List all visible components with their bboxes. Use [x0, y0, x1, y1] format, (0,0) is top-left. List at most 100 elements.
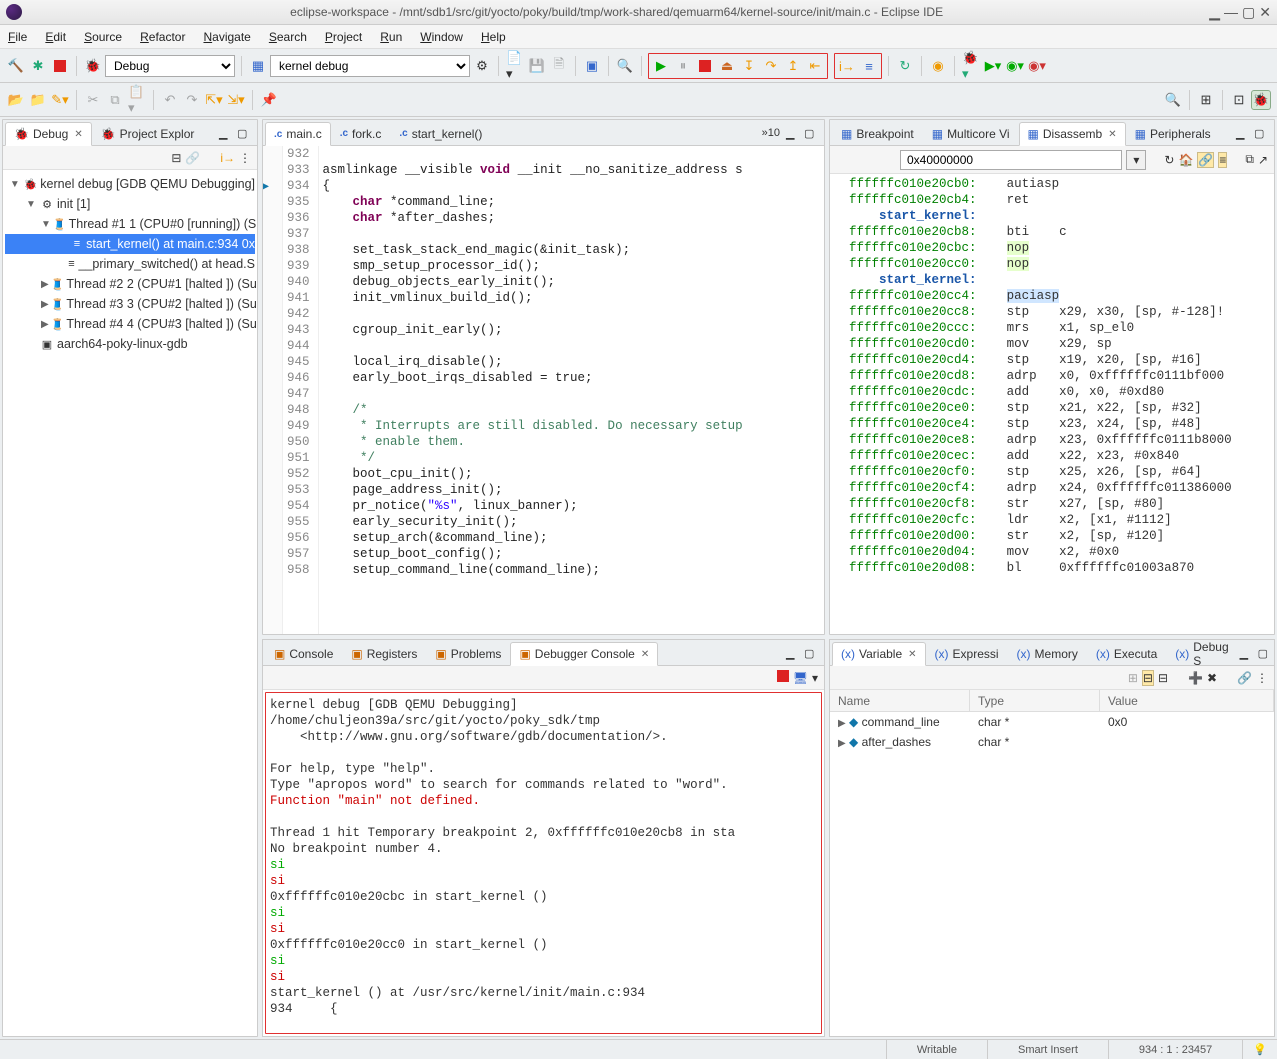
open-folder-icon[interactable]: 📁: [28, 90, 48, 110]
tree-item[interactable]: ≡start_kernel() at main.c:934 0x: [5, 234, 255, 254]
last-edit-icon[interactable]: ⇱▾: [204, 90, 224, 110]
terminate-icon[interactable]: [695, 56, 715, 76]
col-type[interactable]: Type: [970, 690, 1100, 711]
new-icon[interactable]: 📄▾: [505, 56, 525, 76]
open-new-icon[interactable]: ⧉: [1245, 152, 1254, 167]
stop-build-icon[interactable]: [50, 56, 70, 76]
edit-icon[interactable]: ✎▾: [50, 90, 70, 110]
close-tab-icon[interactable]: ✕: [74, 129, 82, 140]
open-perspective-icon[interactable]: ⊞: [1196, 90, 1216, 110]
step-into-icon[interactable]: ↧: [739, 56, 759, 76]
minimize-console-icon[interactable]: ▁: [786, 647, 802, 663]
link-disasm-icon[interactable]: 🔗: [1197, 152, 1214, 168]
disconnect-icon[interactable]: ⏏: [717, 56, 737, 76]
col-value[interactable]: Value: [1100, 690, 1274, 711]
bulb-icon[interactable]: 💡: [1253, 1043, 1267, 1056]
address-dropdown-icon[interactable]: ▾: [1126, 150, 1146, 170]
debug-persp-icon[interactable]: 🐞: [83, 56, 103, 76]
nav-back-icon[interactable]: ↶: [160, 90, 180, 110]
tab-project-explor[interactable]: 🐞Project Explor: [92, 121, 204, 145]
cut-icon[interactable]: ✂: [83, 90, 103, 110]
pin-editor-icon[interactable]: 📌: [259, 90, 279, 110]
maximize-disasm-icon[interactable]: ▢: [1254, 127, 1270, 143]
open-project-icon[interactable]: 📂: [6, 90, 26, 110]
tree-item[interactable]: ▶🧵Thread #3 3 (CPU#2 [halted ]) (Su: [5, 294, 255, 314]
minimize-editor-icon[interactable]: ▁: [786, 127, 802, 143]
tab-start_kernel()[interactable]: .cstart_kernel(): [390, 121, 491, 145]
launch-config-icon[interactable]: ⚙: [472, 56, 492, 76]
display-console-icon[interactable]: 🖥: [793, 671, 808, 685]
tab-problems[interactable]: ▣Problems: [426, 641, 510, 665]
minimize-pane-icon[interactable]: ▁: [219, 127, 235, 143]
col-name[interactable]: Name: [830, 690, 970, 711]
restore-icon[interactable]: —: [1224, 4, 1238, 20]
vars-menu-icon[interactable]: ⋮: [1256, 671, 1268, 685]
menu-file[interactable]: File: [8, 30, 27, 44]
tab-registers[interactable]: ▣Registers: [342, 641, 426, 665]
close-tab-icon[interactable]: ✕: [1108, 129, 1116, 140]
tab-debugger-console[interactable]: ▣Debugger Console✕: [510, 642, 658, 666]
run-dropdown-icon[interactable]: ▶▾: [983, 56, 1003, 76]
maximize-vars-icon[interactable]: ▢: [1258, 647, 1274, 663]
tree-item[interactable]: ▼⚙init [1]: [5, 194, 255, 214]
close-tab-icon[interactable]: ✕: [641, 649, 649, 660]
maximize-editor-icon[interactable]: ▢: [804, 127, 820, 143]
show-type-icon[interactable]: ⊞: [1128, 671, 1138, 685]
build-hammer-icon[interactable]: 🔨: [6, 56, 26, 76]
tab-breakpoint[interactable]: ▦Breakpoint: [832, 121, 923, 145]
remove-watch-icon[interactable]: ✖: [1207, 671, 1217, 685]
launch-combo[interactable]: kernel debug: [270, 55, 470, 77]
step-over-icon[interactable]: ↷: [761, 56, 781, 76]
quick-access-icon[interactable]: 🔍: [1163, 90, 1183, 110]
menu-window[interactable]: Window: [420, 30, 463, 44]
collapse-vars-icon[interactable]: ⊟: [1158, 671, 1168, 685]
save-all-icon[interactable]: 🗎: [549, 56, 569, 76]
source-editor[interactable]: ▶ 93293393493593693793893994094194294394…: [263, 146, 824, 634]
tab-debug[interactable]: 🐞Debug✕: [5, 122, 92, 146]
tree-item[interactable]: ≡__primary_switched() at head.S: [5, 254, 255, 274]
minimize-icon[interactable]: ▁: [1209, 4, 1220, 21]
suspend-icon[interactable]: ⏸: [673, 56, 693, 76]
menu-run[interactable]: Run: [380, 30, 402, 44]
home-disasm-icon[interactable]: 🏠: [1178, 153, 1193, 167]
drop-to-frame-icon[interactable]: ⇤: [805, 56, 825, 76]
tab-peripherals[interactable]: ▦Peripherals: [1126, 121, 1220, 145]
debug-dropdown-icon[interactable]: 🐞▾: [961, 56, 981, 76]
step-filters-icon[interactable]: i→: [220, 151, 235, 165]
close-icon[interactable]: ✕: [1259, 4, 1271, 21]
restart-icon[interactable]: ↻: [895, 56, 915, 76]
instruction-step-icon[interactable]: i→: [837, 56, 857, 76]
menu-project[interactable]: Project: [325, 30, 362, 44]
close-tab-icon[interactable]: ✕: [908, 649, 916, 660]
disassembly-view[interactable]: ffffffc010e20cb0: autiasp ffffffc010e20c…: [830, 174, 1274, 634]
menu-refactor[interactable]: Refactor: [140, 30, 185, 44]
refresh-disasm-icon[interactable]: ↻: [1164, 153, 1174, 167]
toggle-source-icon[interactable]: ≡: [1218, 152, 1227, 168]
view-menu-icon[interactable]: ⋮: [239, 151, 251, 165]
minimize-vars-icon[interactable]: ▁: [1240, 647, 1256, 663]
variables-body[interactable]: ▶ ◆ command_linechar *0x0▶ ◆ after_dashe…: [830, 712, 1274, 1036]
build-icon[interactable]: ✱: [28, 56, 48, 76]
console-menu-icon[interactable]: ▾: [812, 671, 818, 685]
perspective-combo[interactable]: Debug: [105, 55, 235, 77]
tree-item[interactable]: ▣aarch64-poky-linux-gdb: [5, 334, 255, 354]
tab-variable[interactable]: (x)Variable✕: [832, 642, 926, 666]
maximize-icon[interactable]: ▢: [1242, 4, 1255, 21]
maximize-pane-icon[interactable]: ▢: [237, 127, 253, 143]
vars-link-icon[interactable]: 🔗: [1237, 671, 1252, 685]
coverage-dropdown-icon[interactable]: ◉▾: [1005, 56, 1025, 76]
menu-navigate[interactable]: Navigate: [203, 30, 250, 44]
link-icon[interactable]: 🔗: [185, 151, 200, 165]
resume-icon[interactable]: ▶: [651, 56, 671, 76]
save-icon[interactable]: 💾: [527, 56, 547, 76]
tab-fork.c[interactable]: .cfork.c: [331, 121, 391, 145]
tree-item[interactable]: ▶🧵Thread #4 4 (CPU#3 [halted ]) (Su: [5, 314, 255, 334]
variable-row[interactable]: ▶ ◆ after_dasheschar *: [830, 732, 1274, 752]
tree-item[interactable]: ▼🐞kernel debug [GDB QEMU Debugging]: [5, 174, 255, 194]
nav-fwd-icon[interactable]: ↷: [182, 90, 202, 110]
tab-console[interactable]: ▣Console: [265, 641, 342, 665]
instruction-mode-icon[interactable]: ≡: [859, 56, 879, 76]
step-return-icon[interactable]: ↥: [783, 56, 803, 76]
terminate-console-icon[interactable]: [777, 670, 789, 685]
menu-source[interactable]: Source: [84, 30, 122, 44]
